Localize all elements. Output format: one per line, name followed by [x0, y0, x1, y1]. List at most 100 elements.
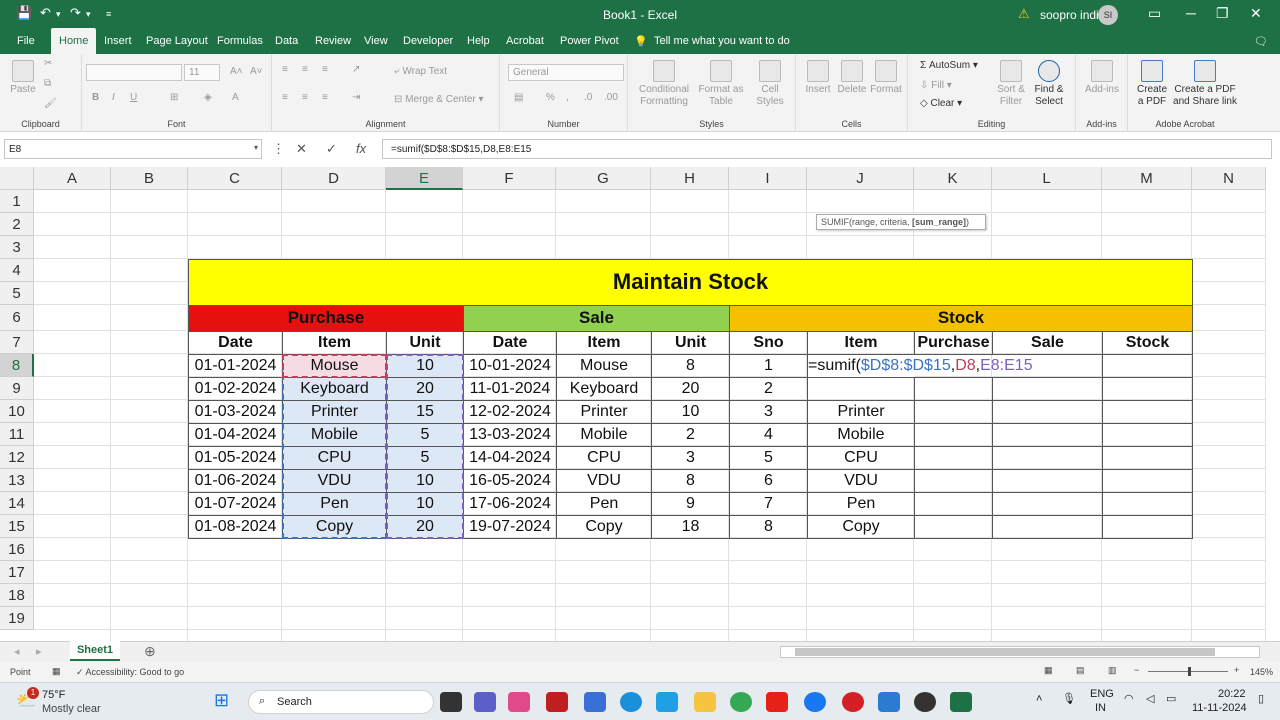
tab-page-layout[interactable]: Page Layout — [146, 35, 208, 47]
format-cells-button[interactable]: Format — [868, 60, 904, 96]
column-header-c[interactable]: C — [188, 167, 282, 190]
warning-icon[interactable]: ⚠ — [1018, 6, 1030, 22]
stock-sno[interactable]: 2 — [729, 377, 808, 401]
sale-date[interactable]: 16-05-2024 — [463, 469, 557, 493]
sale-date[interactable]: 17-06-2024 — [463, 492, 557, 516]
align-center-icon[interactable]: ≡ — [302, 92, 308, 104]
column-heading-unit[interactable]: Unit — [386, 331, 464, 355]
zoom-out-icon[interactable]: − — [1134, 665, 1139, 675]
sale-unit[interactable]: 9 — [651, 492, 730, 516]
column-header-h[interactable]: H — [651, 167, 729, 190]
cut-icon[interactable]: ✂ — [44, 58, 52, 70]
stock-sno[interactable]: 8 — [729, 515, 808, 539]
tab-file[interactable]: File — [17, 35, 35, 47]
stock-stock[interactable] — [1102, 423, 1193, 447]
row-header-13[interactable]: 13 — [0, 469, 34, 492]
chrome-icon[interactable] — [730, 692, 752, 712]
stock-sale[interactable] — [992, 469, 1103, 493]
macro-icon[interactable]: ▦ — [52, 666, 61, 677]
stock-item[interactable]: Mobile — [807, 423, 915, 447]
stock-sale[interactable] — [992, 446, 1103, 470]
stock-sno[interactable]: 7 — [729, 492, 808, 516]
row-header-17[interactable]: 17 — [0, 561, 34, 584]
sale-unit[interactable]: 8 — [651, 354, 730, 378]
stock-sale[interactable] — [992, 400, 1103, 424]
normal-view-icon[interactable]: ▦ — [1044, 665, 1053, 676]
scroll-right-tab-icon[interactable]: ▸ — [36, 645, 42, 658]
row-header-15[interactable]: 15 — [0, 515, 34, 538]
column-heading-purchase[interactable]: Purchase — [914, 331, 993, 355]
purchase-date[interactable]: 01-06-2024 — [188, 469, 283, 493]
avatar[interactable]: SI — [1098, 5, 1118, 25]
enter-icon[interactable]: ✓ — [326, 141, 337, 157]
section-stock[interactable]: Stock — [729, 305, 1193, 332]
top-align-icon[interactable]: ≡ — [282, 64, 288, 76]
section-purchase[interactable]: Purchase — [188, 305, 464, 332]
stock-stock[interactable] — [1102, 515, 1193, 539]
tab-view[interactable]: View — [364, 35, 388, 47]
create-pdf-button[interactable]: Create a PDF — [1134, 60, 1170, 108]
stock-sale[interactable] — [992, 492, 1103, 516]
format-as-table-button[interactable]: Format as Table — [696, 60, 746, 108]
sale-date[interactable]: 11-01-2024 — [463, 377, 557, 401]
grow-font-icon[interactable]: A˄ — [230, 66, 243, 78]
new-sheet-icon[interactable]: ⊕ — [144, 643, 156, 660]
worksheet-grid[interactable]: ABCDEFGHIJKLMN 1 2 3 4 5 6 7 8 9 10 11 12 13 14 15 16 17… — [0, 167, 1266, 641]
wrap-text-button[interactable]: ⤶ Wrap Text — [394, 66, 447, 78]
row-header-8[interactable]: 8 — [0, 354, 34, 377]
column-heading-item[interactable]: Item — [807, 331, 915, 355]
column-header-k[interactable]: K — [914, 167, 992, 190]
scroll-left-tab-icon[interactable]: ◂ — [14, 645, 20, 658]
stock-stock[interactable] — [1102, 446, 1193, 470]
tab-power-pivot[interactable]: Power Pivot — [560, 35, 619, 47]
sort-filter-button[interactable]: Sort & Filter — [996, 60, 1026, 108]
edge-icon[interactable] — [620, 692, 642, 712]
purchase-date[interactable]: 01-02-2024 — [188, 377, 283, 401]
sale-unit[interactable]: 2 — [651, 423, 730, 447]
zoom-level[interactable]: 145% — [1250, 667, 1273, 677]
column-header-g[interactable]: G — [556, 167, 651, 190]
copy-icon[interactable]: ⧉ — [44, 78, 51, 90]
row-header-14[interactable]: 14 — [0, 492, 34, 515]
row-header-9[interactable]: 9 — [0, 377, 34, 400]
format-painter-icon[interactable]: 🖌 — [44, 98, 57, 110]
number-format-select[interactable]: General — [508, 64, 624, 81]
maximize-icon[interactable]: ❐ — [1216, 5, 1229, 22]
stock-item[interactable]: VDU — [807, 469, 915, 493]
column-heading-sale[interactable]: Sale — [992, 331, 1103, 355]
sale-date[interactable]: 10-01-2024 — [463, 354, 557, 378]
stock-item[interactable]: CPU — [807, 446, 915, 470]
paste-button[interactable]: Paste — [8, 60, 38, 96]
stock-item[interactable] — [807, 377, 915, 401]
task-view-icon[interactable] — [440, 692, 462, 712]
stock-sno[interactable]: 6 — [729, 469, 808, 493]
stock-stock[interactable] — [1102, 469, 1193, 493]
page-layout-view-icon[interactable]: ▤ — [1076, 665, 1085, 676]
stock-purchase[interactable] — [914, 515, 993, 539]
obs-icon[interactable] — [914, 692, 936, 712]
column-header-i[interactable]: I — [729, 167, 807, 190]
middle-align-icon[interactable]: ≡ — [302, 64, 308, 76]
sale-item[interactable]: CPU — [556, 446, 652, 470]
stock-stock[interactable] — [1102, 354, 1193, 378]
sheet-tab-sheet1[interactable]: Sheet1 — [70, 641, 120, 661]
tab-review[interactable]: Review — [315, 35, 351, 47]
decrease-decimal-icon[interactable]: .00 — [604, 92, 618, 104]
borders-icon[interactable]: ⊞ — [170, 92, 178, 104]
row-header-19[interactable]: 19 — [0, 607, 34, 630]
row-header-1[interactable]: 1 — [0, 190, 34, 213]
delete-cells-button[interactable]: Delete — [834, 60, 870, 96]
sale-item[interactable]: Mobile — [556, 423, 652, 447]
stock-item[interactable]: Copy — [807, 515, 915, 539]
column-heading-unit[interactable]: Unit — [651, 331, 730, 355]
stock-sale[interactable] — [992, 515, 1103, 539]
select-all-corner[interactable] — [0, 167, 34, 190]
function-tooltip[interactable]: SUMIF(range, criteria, [sum_range]) — [816, 214, 986, 230]
stock-purchase[interactable] — [914, 446, 993, 470]
column-heading-stock[interactable]: Stock — [1102, 331, 1193, 355]
font-color-icon[interactable]: A — [232, 92, 239, 104]
purchase-date[interactable]: 01-04-2024 — [188, 423, 283, 447]
horizontal-scrollbar[interactable] — [780, 646, 1260, 658]
clear-button[interactable]: ◇ Clear ▾ — [920, 98, 962, 110]
sale-unit[interactable]: 10 — [651, 400, 730, 424]
